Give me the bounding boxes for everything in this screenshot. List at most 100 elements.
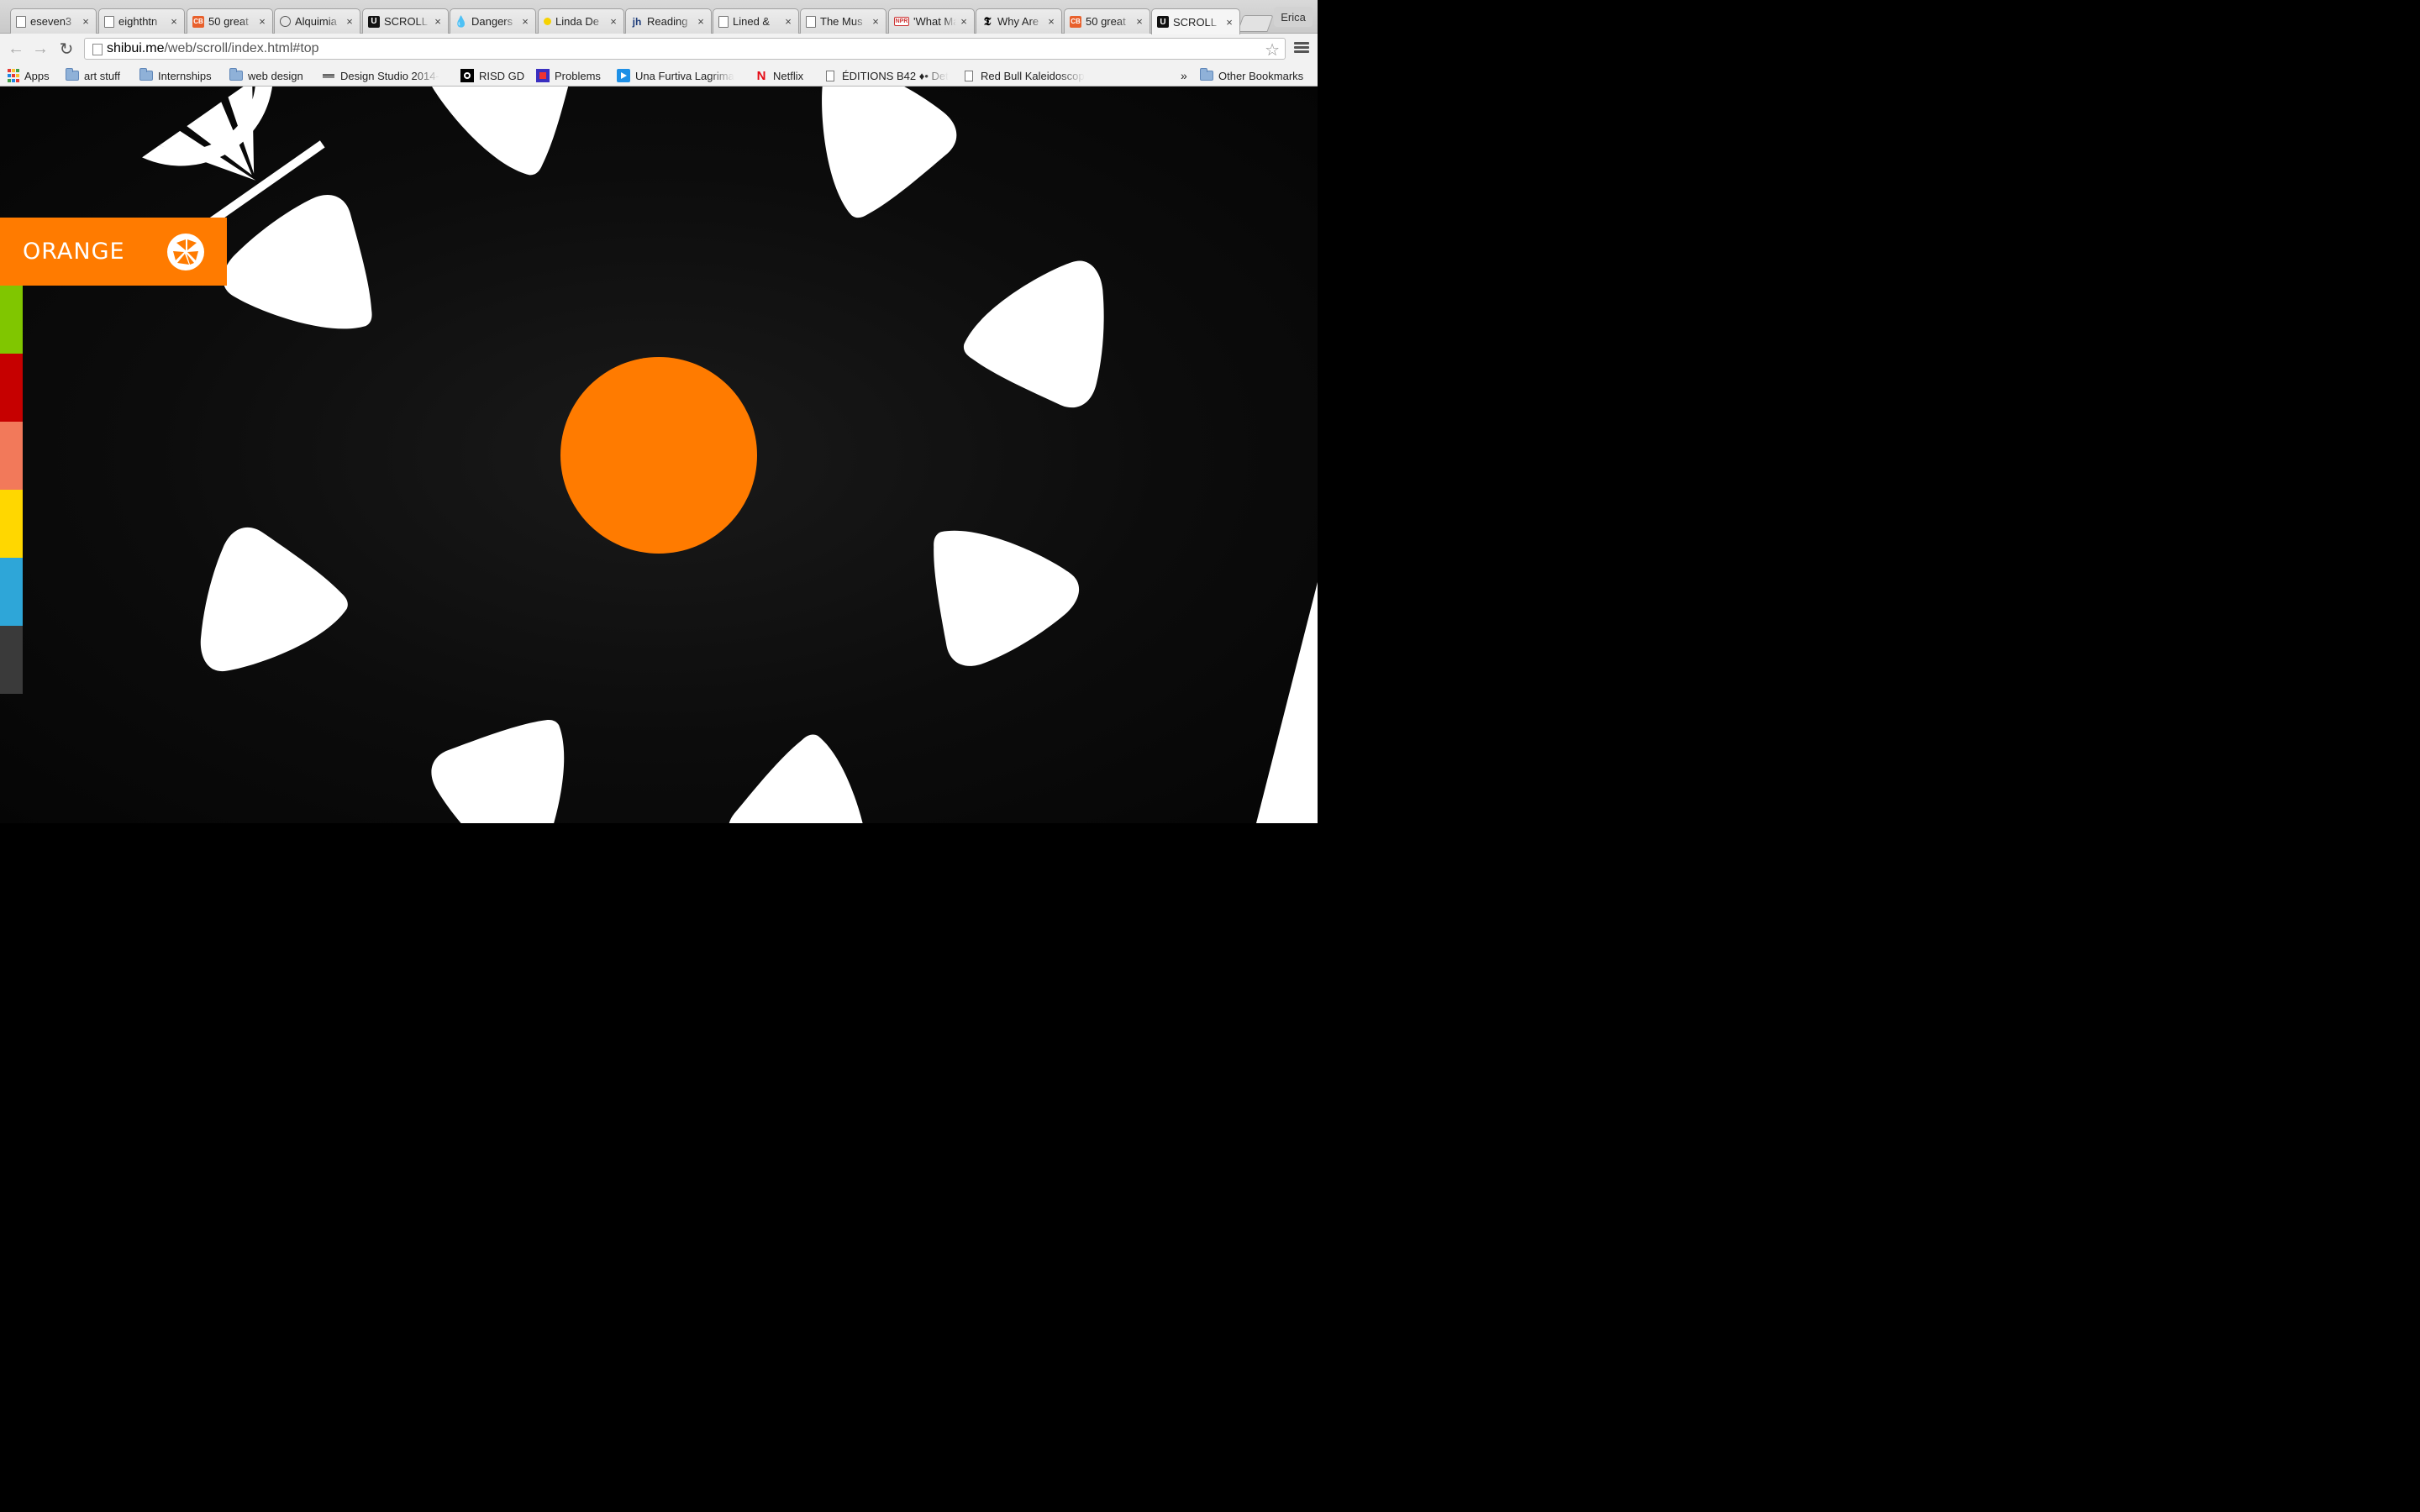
folder-icon bbox=[229, 68, 243, 82]
page-icon bbox=[962, 69, 976, 82]
tab-title: Dangers bbox=[471, 15, 513, 28]
profile-name: Erica bbox=[1281, 10, 1306, 24]
close-tab-icon[interactable]: × bbox=[433, 15, 443, 28]
cb-icon: CB bbox=[192, 15, 204, 28]
tab-eseven3[interactable]: eseven3 × bbox=[10, 8, 97, 34]
close-tab-icon[interactable]: × bbox=[959, 15, 969, 28]
bookmarks-overflow-chevron-icon[interactable]: » bbox=[1181, 67, 1187, 84]
segment-lower-right bbox=[885, 484, 1089, 689]
bookmark-apps[interactable]: Apps bbox=[8, 67, 50, 84]
url-host: shibui.me bbox=[107, 41, 165, 55]
other-bookmarks-folder[interactable]: Other Bookmarks bbox=[1200, 67, 1303, 84]
bookmark-problems[interactable]: Problems bbox=[536, 67, 601, 84]
tab-alquimia[interactable]: Alquimia × bbox=[274, 8, 360, 34]
close-tab-icon[interactable]: × bbox=[696, 15, 706, 28]
close-tab-icon[interactable]: × bbox=[520, 15, 530, 28]
bookmark-star-icon[interactable]: ☆ bbox=[1265, 39, 1280, 60]
bookmark-red-bull-kaleidoscop[interactable]: Red Bull Kaleidoscop bbox=[962, 67, 1085, 84]
tab-eighthtn[interactable]: eighthtn × bbox=[98, 8, 185, 34]
close-tab-icon[interactable]: × bbox=[783, 15, 793, 28]
close-tab-icon[interactable]: × bbox=[257, 15, 267, 28]
tab-scroll[interactable]: U SCROLL × bbox=[1151, 8, 1240, 34]
color-swatch-3[interactable] bbox=[0, 422, 23, 490]
section-label-orange[interactable]: ORANGE bbox=[0, 218, 227, 286]
bookmark-netflix[interactable]: N Netflix bbox=[755, 67, 804, 84]
segment-right bbox=[956, 259, 1113, 417]
bookmark-label: art stuff bbox=[84, 69, 121, 82]
cb-icon: CB bbox=[1070, 15, 1081, 28]
bookmark-risd-gd[interactable]: RISD GD bbox=[460, 67, 524, 84]
tab-title: Linda De bbox=[555, 15, 600, 28]
tab-what-ma[interactable]: NPR 'What Ma × bbox=[888, 8, 975, 34]
reload-button[interactable]: ↻ bbox=[56, 39, 76, 59]
tab-title: eseven3 bbox=[30, 15, 72, 28]
page-icon bbox=[92, 44, 103, 55]
bookmark-art-stuff[interactable]: art stuff bbox=[66, 67, 120, 84]
bookmark-internships[interactable]: Internships bbox=[139, 67, 212, 84]
tab-why-are[interactable]: 𝕿 Why Are × bbox=[976, 8, 1062, 34]
jh-icon: jh bbox=[632, 15, 642, 28]
dot-icon bbox=[544, 18, 551, 25]
other-bookmarks-label: Other Bookmarks bbox=[1218, 69, 1304, 82]
bookmark-ditions-b42-det[interactable]: ÉDITIONS B42 ♦• Det bbox=[823, 67, 949, 84]
play-icon bbox=[617, 69, 630, 82]
u-icon: U bbox=[368, 15, 380, 28]
bookmark-label: Apps bbox=[24, 69, 50, 82]
bookmark-label: Internships bbox=[158, 69, 212, 82]
tab-linda-de[interactable]: Linda De × bbox=[538, 8, 624, 34]
tab-scroll[interactable]: U SCROLL × bbox=[362, 8, 449, 34]
close-tab-icon[interactable]: × bbox=[81, 15, 91, 28]
color-swatch-6[interactable] bbox=[0, 626, 23, 694]
segment-left bbox=[197, 523, 354, 682]
tab-50-great[interactable]: CB 50 great × bbox=[1064, 8, 1150, 34]
tab-title: SCROLL bbox=[1173, 15, 1218, 29]
tab-title: 'What Ma bbox=[913, 15, 956, 28]
drop-icon: 💧 bbox=[454, 14, 469, 28]
tab-the-mus[interactable]: The Mus × bbox=[800, 8, 886, 34]
color-swatch-1[interactable] bbox=[0, 286, 23, 354]
section-label-text: ORANGE bbox=[23, 239, 125, 265]
close-tab-icon[interactable]: × bbox=[1046, 15, 1056, 28]
color-swatch-4[interactable] bbox=[0, 490, 23, 558]
orange-slice-icon bbox=[167, 234, 204, 270]
color-swatch-5[interactable] bbox=[0, 558, 23, 626]
bookmark-label: RISD GD bbox=[479, 69, 525, 82]
close-tab-icon[interactable]: × bbox=[871, 15, 881, 28]
new-tab-button[interactable] bbox=[1237, 15, 1274, 32]
tab-reading[interactable]: jh Reading × bbox=[625, 8, 712, 34]
profile-button[interactable]: Erica bbox=[1274, 7, 1313, 27]
page-icon bbox=[718, 15, 729, 28]
close-tab-icon[interactable]: × bbox=[608, 15, 618, 28]
address-bar[interactable]: shibui.me/web/scroll/index.html#top ☆ bbox=[84, 38, 1286, 60]
url-path: /web/scroll/index.html#top bbox=[164, 41, 319, 55]
citrus-artwork bbox=[142, 87, 1318, 823]
browser-toolbar: ← → ↻ shibui.me/web/scroll/index.html#to… bbox=[0, 34, 1318, 64]
back-arrow-icon: ← bbox=[8, 39, 24, 58]
bookmark-una-furtiva-lagrima[interactable]: Una Furtiva Lagrima bbox=[617, 67, 734, 84]
folder-icon bbox=[66, 68, 79, 82]
color-swatch-2[interactable] bbox=[0, 354, 23, 422]
close-tab-icon[interactable]: × bbox=[345, 15, 355, 28]
folder-icon bbox=[1200, 68, 1213, 82]
bookmark-design-studio-2014[interactable]: Design Studio 2014- bbox=[322, 67, 439, 84]
menu-button[interactable] bbox=[1294, 40, 1309, 55]
bookmark-web-design[interactable]: web design bbox=[229, 67, 303, 84]
tab-title: Alquimia bbox=[295, 15, 337, 28]
close-tab-icon[interactable]: × bbox=[169, 15, 179, 28]
bookmark-label: ÉDITIONS B42 ♦• Det bbox=[842, 69, 949, 82]
back-button[interactable]: ← bbox=[6, 39, 26, 59]
nyt-icon: 𝕿 bbox=[983, 14, 992, 29]
tab-dangers[interactable]: 💧 Dangers × bbox=[450, 8, 536, 34]
tab-title: 50 great bbox=[208, 15, 249, 28]
segment-bottom-left bbox=[411, 678, 616, 823]
forward-button[interactable]: → bbox=[30, 39, 50, 59]
tab-lined[interactable]: Lined & × bbox=[713, 8, 799, 34]
apps-grid-icon bbox=[8, 69, 19, 82]
edge-shape bbox=[1256, 582, 1318, 823]
tab-50-great[interactable]: CB 50 great × bbox=[187, 8, 273, 34]
tab-title: Lined & bbox=[733, 15, 771, 28]
close-tab-icon[interactable]: × bbox=[1134, 15, 1144, 28]
page-icon bbox=[823, 69, 837, 82]
close-tab-icon[interactable]: × bbox=[1224, 16, 1234, 29]
tab-title: 50 great bbox=[1086, 15, 1126, 28]
